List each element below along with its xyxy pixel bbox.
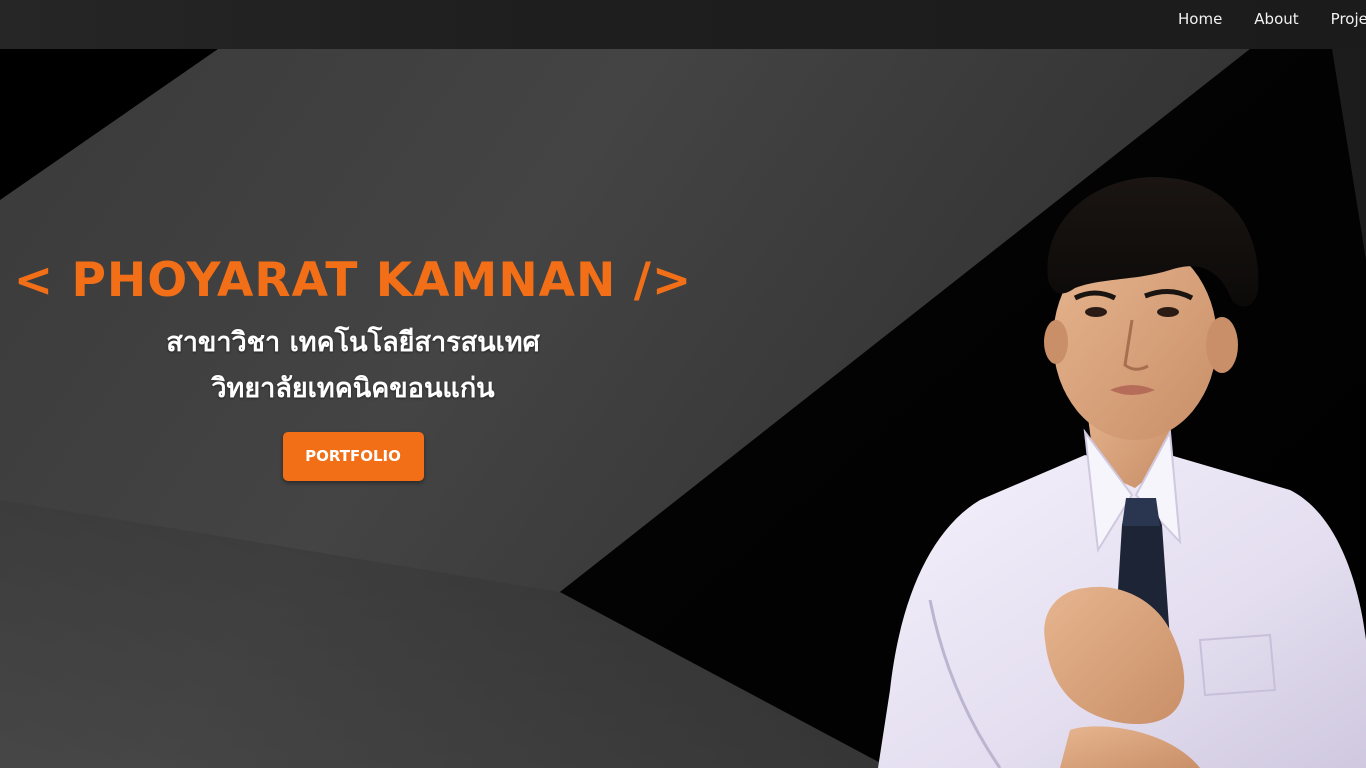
- hero-text: < PHOYARAT KAMNAN /> สาขาวิชา เทคโนโลยีส…: [0, 250, 706, 481]
- hero-name: < PHOYARAT KAMNAN />: [13, 253, 693, 308]
- portfolio-button[interactable]: PORTFOLIO: [282, 432, 424, 481]
- tie-knot: [1122, 498, 1160, 526]
- nav-link-projects[interactable]: Proje: [1331, 10, 1366, 28]
- page: Home About Proje < PHOYARAT KAMNAN /> สา…: [0, 0, 1366, 768]
- eye-left: [1085, 307, 1107, 317]
- nav-link-home[interactable]: Home: [1178, 10, 1222, 28]
- nav-link-about[interactable]: About: [1254, 10, 1298, 28]
- hero-college: วิทยาลัยเทคนิคขอนแก่น: [211, 373, 495, 404]
- hero-department: สาขาวิชา เทคโนโลยีสารสนเทศ: [166, 327, 540, 358]
- ear-left: [1044, 320, 1068, 364]
- nav-links: Home About Proje: [1178, 0, 1366, 38]
- eye-right: [1157, 307, 1179, 317]
- portrait-photo: [878, 176, 1366, 768]
- ear-right: [1206, 317, 1238, 373]
- navbar: Home About Proje: [0, 0, 1366, 49]
